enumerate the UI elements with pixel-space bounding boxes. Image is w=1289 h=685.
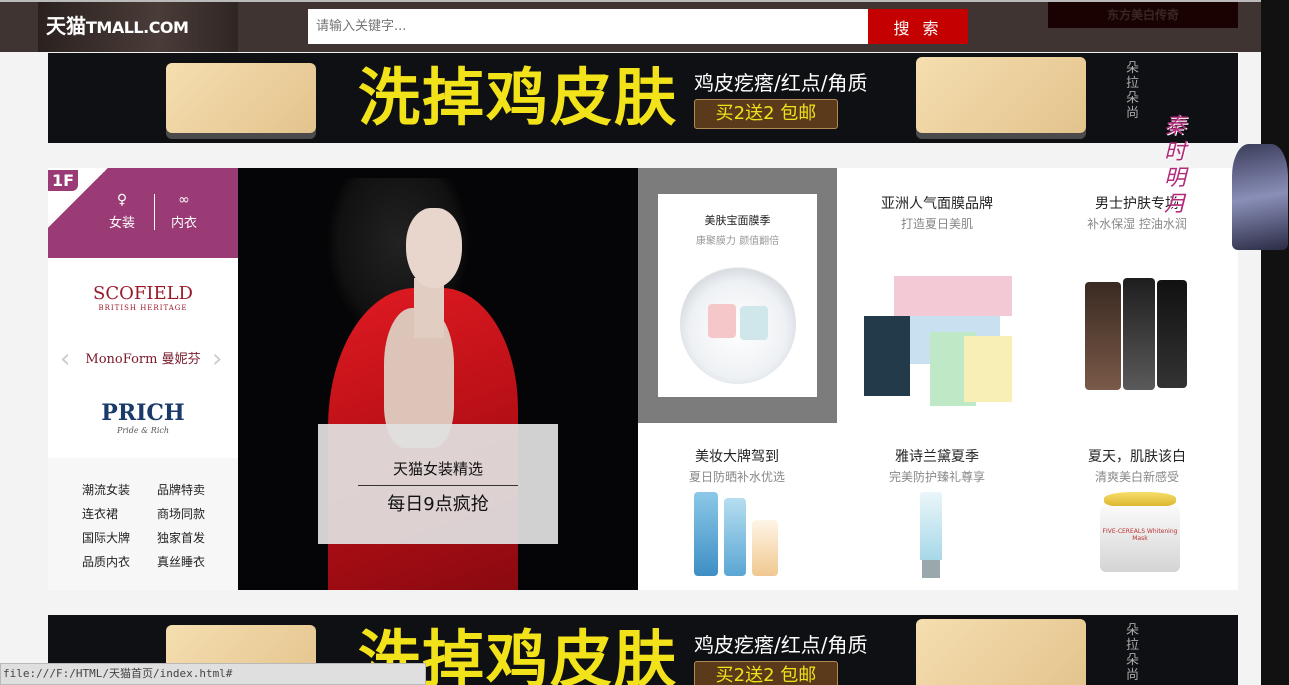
beauty-bottles-image[interactable]	[694, 492, 784, 576]
banner-promo: 买2送2 包邮	[694, 661, 838, 685]
side-link[interactable]: 连衣裙	[82, 505, 142, 522]
chevron-left-icon[interactable]: ‹	[60, 344, 70, 374]
cream-jar: FIVE-CEREALS Whitening Mask	[1100, 506, 1180, 572]
product-title: 夏天，肌肤该白	[1088, 449, 1186, 465]
bottle	[724, 498, 746, 576]
feature-title: 美肤宝面膜季	[704, 214, 771, 227]
box	[894, 276, 1012, 316]
banner-slogan: 洗掉鸡皮肤	[358, 61, 679, 134]
feature-subtitle: 康聚膜力 颜值翻倍	[695, 236, 780, 247]
model-caption[interactable]: 天猫女装精选 每日9点疯抢	[318, 424, 558, 544]
browser-status-bar: file:///F:/HTML/天猫首页/index.html#	[0, 663, 426, 685]
product-cell[interactable]: 亚洲人气面膜品牌 打造夏日美肌	[837, 193, 1037, 232]
product-title: 雅诗兰黛夏季	[895, 449, 979, 465]
mask-box-image[interactable]	[864, 276, 1012, 406]
bottle	[1123, 278, 1155, 390]
banner-subtitle: 鸡皮疙瘩/红点/角质	[694, 633, 868, 657]
bottle	[694, 492, 718, 576]
caption-title: 天猫女装精选	[392, 460, 483, 478]
soap-image	[166, 63, 316, 133]
product-cell[interactable]: 美妆大牌驾到 夏日防晒补水优选	[637, 446, 837, 485]
character-figure	[1232, 144, 1288, 250]
brand-tagline: Pride & Rich	[116, 426, 170, 435]
category-label: 内衣	[170, 216, 197, 231]
bottle	[1085, 282, 1121, 390]
banner-subtitle: 鸡皮疙瘩/红点/角质	[694, 71, 868, 95]
brand-monoform[interactable]: MonoForm 曼妮芬	[48, 348, 238, 367]
banner-brand: 朵拉朵尚	[1126, 623, 1140, 683]
brand-scofield[interactable]: SCOFIELD BRITISH HERITAGE	[48, 283, 238, 312]
tube	[920, 492, 942, 560]
model-face	[406, 208, 462, 288]
brand-name: SCOFIELD	[93, 283, 193, 304]
top-right-ad[interactable]: 东方美白传奇	[1048, 2, 1238, 28]
floor-number: 1F	[48, 170, 79, 191]
soap-image	[916, 619, 1086, 685]
product-subtitle: 夏日防晒补水优选	[688, 470, 785, 484]
banner-promo: 买2送2 包邮	[694, 99, 838, 129]
side-link[interactable]: 独家首发	[157, 529, 217, 546]
soap-image	[916, 57, 1086, 133]
sunscreen-tube-image[interactable]	[916, 492, 946, 578]
tube-cap	[922, 560, 940, 578]
bottle	[1157, 280, 1187, 388]
search-button[interactable]: 搜 索	[868, 9, 968, 44]
mens-skincare-image[interactable]	[1085, 278, 1191, 390]
product-subtitle: 完美防护臻礼尊享	[888, 470, 985, 484]
product-cell[interactable]: 夏天，肌肤该白 清爽美白新感受	[1037, 446, 1237, 485]
side-link[interactable]: 商场同款	[157, 505, 217, 522]
product-subtitle: 清爽美白新感受	[1094, 470, 1179, 484]
bra-icon: ∞	[178, 192, 190, 208]
search-input[interactable]	[308, 9, 868, 44]
box	[964, 336, 1012, 402]
category-women[interactable]: ♀ 女装	[102, 192, 142, 231]
banner-brand: 朵拉朵尚	[1126, 61, 1140, 121]
brand-prich[interactable]: PRICH Pride & Rich	[48, 400, 238, 435]
right-edge-strip	[1261, 0, 1289, 685]
logo-main: 天猫	[46, 14, 86, 38]
game-title: 秦时明月	[1164, 114, 1187, 217]
product-title: 亚洲人气面膜品牌	[881, 196, 993, 212]
mask-pack	[708, 304, 736, 338]
bottle	[752, 520, 778, 576]
logo-sub: TMALL.COM	[86, 18, 189, 37]
feature-product-card[interactable]: 美肤宝面膜季 康聚膜力 颜值翻倍	[658, 194, 817, 397]
side-link[interactable]: 潮流女装	[82, 481, 142, 498]
side-link[interactable]: 真丝睡衣	[157, 553, 217, 570]
category-lingerie[interactable]: ∞ 内衣	[164, 192, 204, 231]
mask-bowl-image	[680, 264, 796, 384]
side-links-panel	[48, 458, 238, 590]
chevron-right-icon[interactable]: ›	[212, 344, 222, 374]
mask-pack	[740, 306, 768, 340]
caption-subtitle: 每日9点疯抢	[387, 494, 489, 515]
brand-name: PRICH	[101, 400, 185, 426]
brand-tagline: BRITISH HERITAGE	[98, 304, 188, 312]
tmall-logo[interactable]: 天猫TMALL.COM	[46, 10, 189, 39]
product-title: 美妆大牌驾到	[695, 449, 779, 465]
floating-game-ad[interactable]: 秦时明月	[1160, 108, 1289, 250]
dress-icon: ♀	[116, 192, 128, 208]
category-label: 女装	[108, 216, 135, 231]
product-cell[interactable]: 雅诗兰黛夏季 完美防护臻礼尊享	[837, 446, 1037, 485]
promo-banner-top[interactable]: 洗掉鸡皮肤 鸡皮疙瘩/红点/角质 买2送2 包邮 朵拉朵尚	[48, 53, 1238, 143]
caption-divider	[358, 485, 518, 486]
whitening-cream-image[interactable]: FIVE-CEREALS Whitening Mask	[1100, 492, 1180, 574]
product-subtitle: 打造夏日美肌	[900, 217, 973, 231]
side-link[interactable]: 品质内衣	[82, 553, 142, 570]
box	[864, 316, 910, 396]
side-link[interactable]: 品牌特卖	[157, 481, 217, 498]
category-divider	[154, 194, 155, 230]
side-link[interactable]: 国际大牌	[82, 529, 142, 546]
